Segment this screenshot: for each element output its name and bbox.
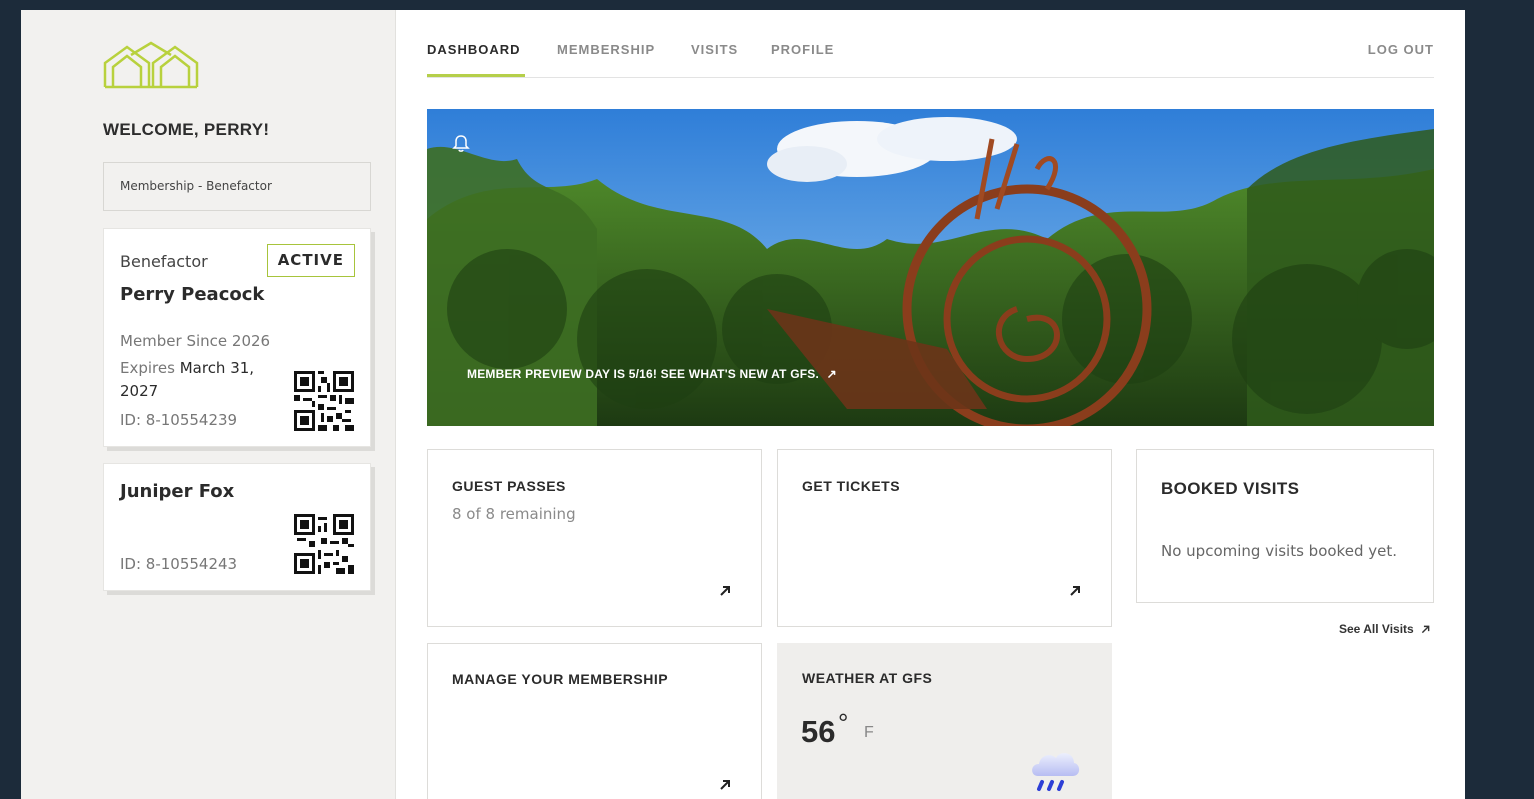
booked-visits-tile: BOOKED VISITS No upcoming visits booked …: [1136, 449, 1434, 603]
qr-code-icon[interactable]: [294, 371, 354, 431]
tab-membership[interactable]: MEMBERSHIP: [557, 42, 655, 57]
member-card[interactable]: Benefactor ACTIVE Perry Peacock Member S…: [103, 228, 371, 447]
active-tab-indicator: [427, 74, 525, 77]
member-expires: Expires March 31, 2027: [120, 357, 270, 403]
see-all-visits-link[interactable]: See All Visits: [1339, 622, 1414, 636]
tab-profile[interactable]: PROFILE: [771, 42, 834, 57]
tile-title: GUEST PASSES: [452, 478, 566, 494]
bell-icon[interactable]: [452, 133, 470, 153]
guest-passes-remaining: 8 of 8 remaining: [452, 505, 576, 523]
arrow-up-right-icon: [1070, 586, 1080, 596]
external-link-icon: ↗: [826, 367, 837, 381]
member-tier: Benefactor: [120, 252, 208, 271]
guest-passes-tile[interactable]: GUEST PASSES 8 of 8 remaining: [427, 449, 762, 627]
main-content: DASHBOARD MEMBERSHIP VISITS PROFILE LOG …: [396, 10, 1465, 799]
arrow-up-right-icon: [720, 586, 730, 596]
booked-visits-empty: No upcoming visits booked yet.: [1161, 542, 1397, 560]
weather-degree: °: [838, 708, 849, 738]
member-id: ID: 8-10554239: [120, 411, 238, 429]
tab-dashboard[interactable]: DASHBOARD: [427, 42, 521, 57]
status-badge: ACTIVE: [266, 244, 355, 277]
logo-icon[interactable]: [103, 41, 199, 89]
get-tickets-tile[interactable]: GET TICKETS: [777, 449, 1112, 627]
welcome-heading: WELCOME, PERRY!: [103, 120, 270, 139]
manage-membership-tile[interactable]: MANAGE YOUR MEMBERSHIP: [427, 643, 762, 799]
expires-label: Expires: [120, 359, 175, 377]
member-name: Perry Peacock: [120, 284, 265, 305]
tile-title: WEATHER AT GFS: [802, 670, 933, 686]
tile-title: MANAGE YOUR MEMBERSHIP: [452, 671, 669, 687]
hero-banner[interactable]: MEMBER PREVIEW DAY IS 5/16! SEE WHAT'S N…: [427, 109, 1434, 426]
tab-visits[interactable]: VISITS: [691, 42, 738, 57]
arrow-up-right-icon: [720, 780, 730, 790]
qr-code-icon[interactable]: [294, 514, 354, 574]
member-card[interactable]: Juniper Fox ID: 8-10554243: [103, 463, 371, 591]
hero-caption[interactable]: MEMBER PREVIEW DAY IS 5/16! SEE WHAT'S N…: [467, 367, 837, 381]
weather-unit: F: [864, 724, 874, 741]
member-name: Juniper Fox: [120, 481, 235, 502]
member-id: ID: 8-10554243: [120, 555, 238, 573]
weather-tile: WEATHER AT GFS 56 ° F: [777, 643, 1112, 799]
sidebar: WELCOME, PERRY! Membership - Benefactor …: [21, 10, 396, 799]
membership-select[interactable]: Membership - Benefactor: [103, 162, 371, 211]
arrow-up-right-icon: [1421, 625, 1430, 634]
booked-visits-title: BOOKED VISITS: [1161, 479, 1300, 498]
logout-link[interactable]: LOG OUT: [1368, 42, 1434, 57]
page: WELCOME, PERRY! Membership - Benefactor …: [21, 10, 1465, 799]
member-since: Member Since 2026: [120, 332, 271, 350]
top-nav: DASHBOARD MEMBERSHIP VISITS PROFILE LOG …: [427, 10, 1434, 78]
rain-cloud-icon: [1032, 753, 1080, 791]
tile-title: GET TICKETS: [802, 478, 901, 494]
weather-temperature: 56: [801, 714, 836, 749]
hero-caption-text: MEMBER PREVIEW DAY IS 5/16! SEE WHAT'S N…: [467, 367, 820, 381]
